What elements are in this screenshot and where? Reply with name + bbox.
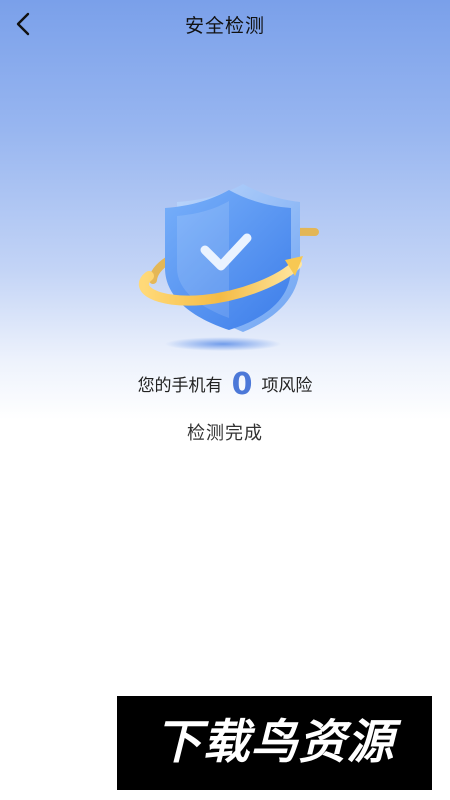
risk-count: 0	[231, 367, 253, 402]
security-shield-illustration	[125, 180, 325, 355]
watermark-logo: 下载鸟资源	[117, 696, 432, 790]
security-check-screen: 安全检测 您的手机有 0 项风险 检测完成 下载鸟资源	[0, 0, 450, 800]
shield-check-icon	[138, 184, 319, 351]
risk-summary: 您的手机有 0 项风险	[0, 367, 450, 402]
risk-suffix: 项风险	[261, 376, 313, 396]
page-title: 安全检测	[184, 15, 265, 37]
header-bar: 安全检测	[0, 0, 450, 48]
scan-status: 检测完成	[187, 423, 263, 444]
risk-prefix: 您的手机有	[137, 376, 223, 396]
